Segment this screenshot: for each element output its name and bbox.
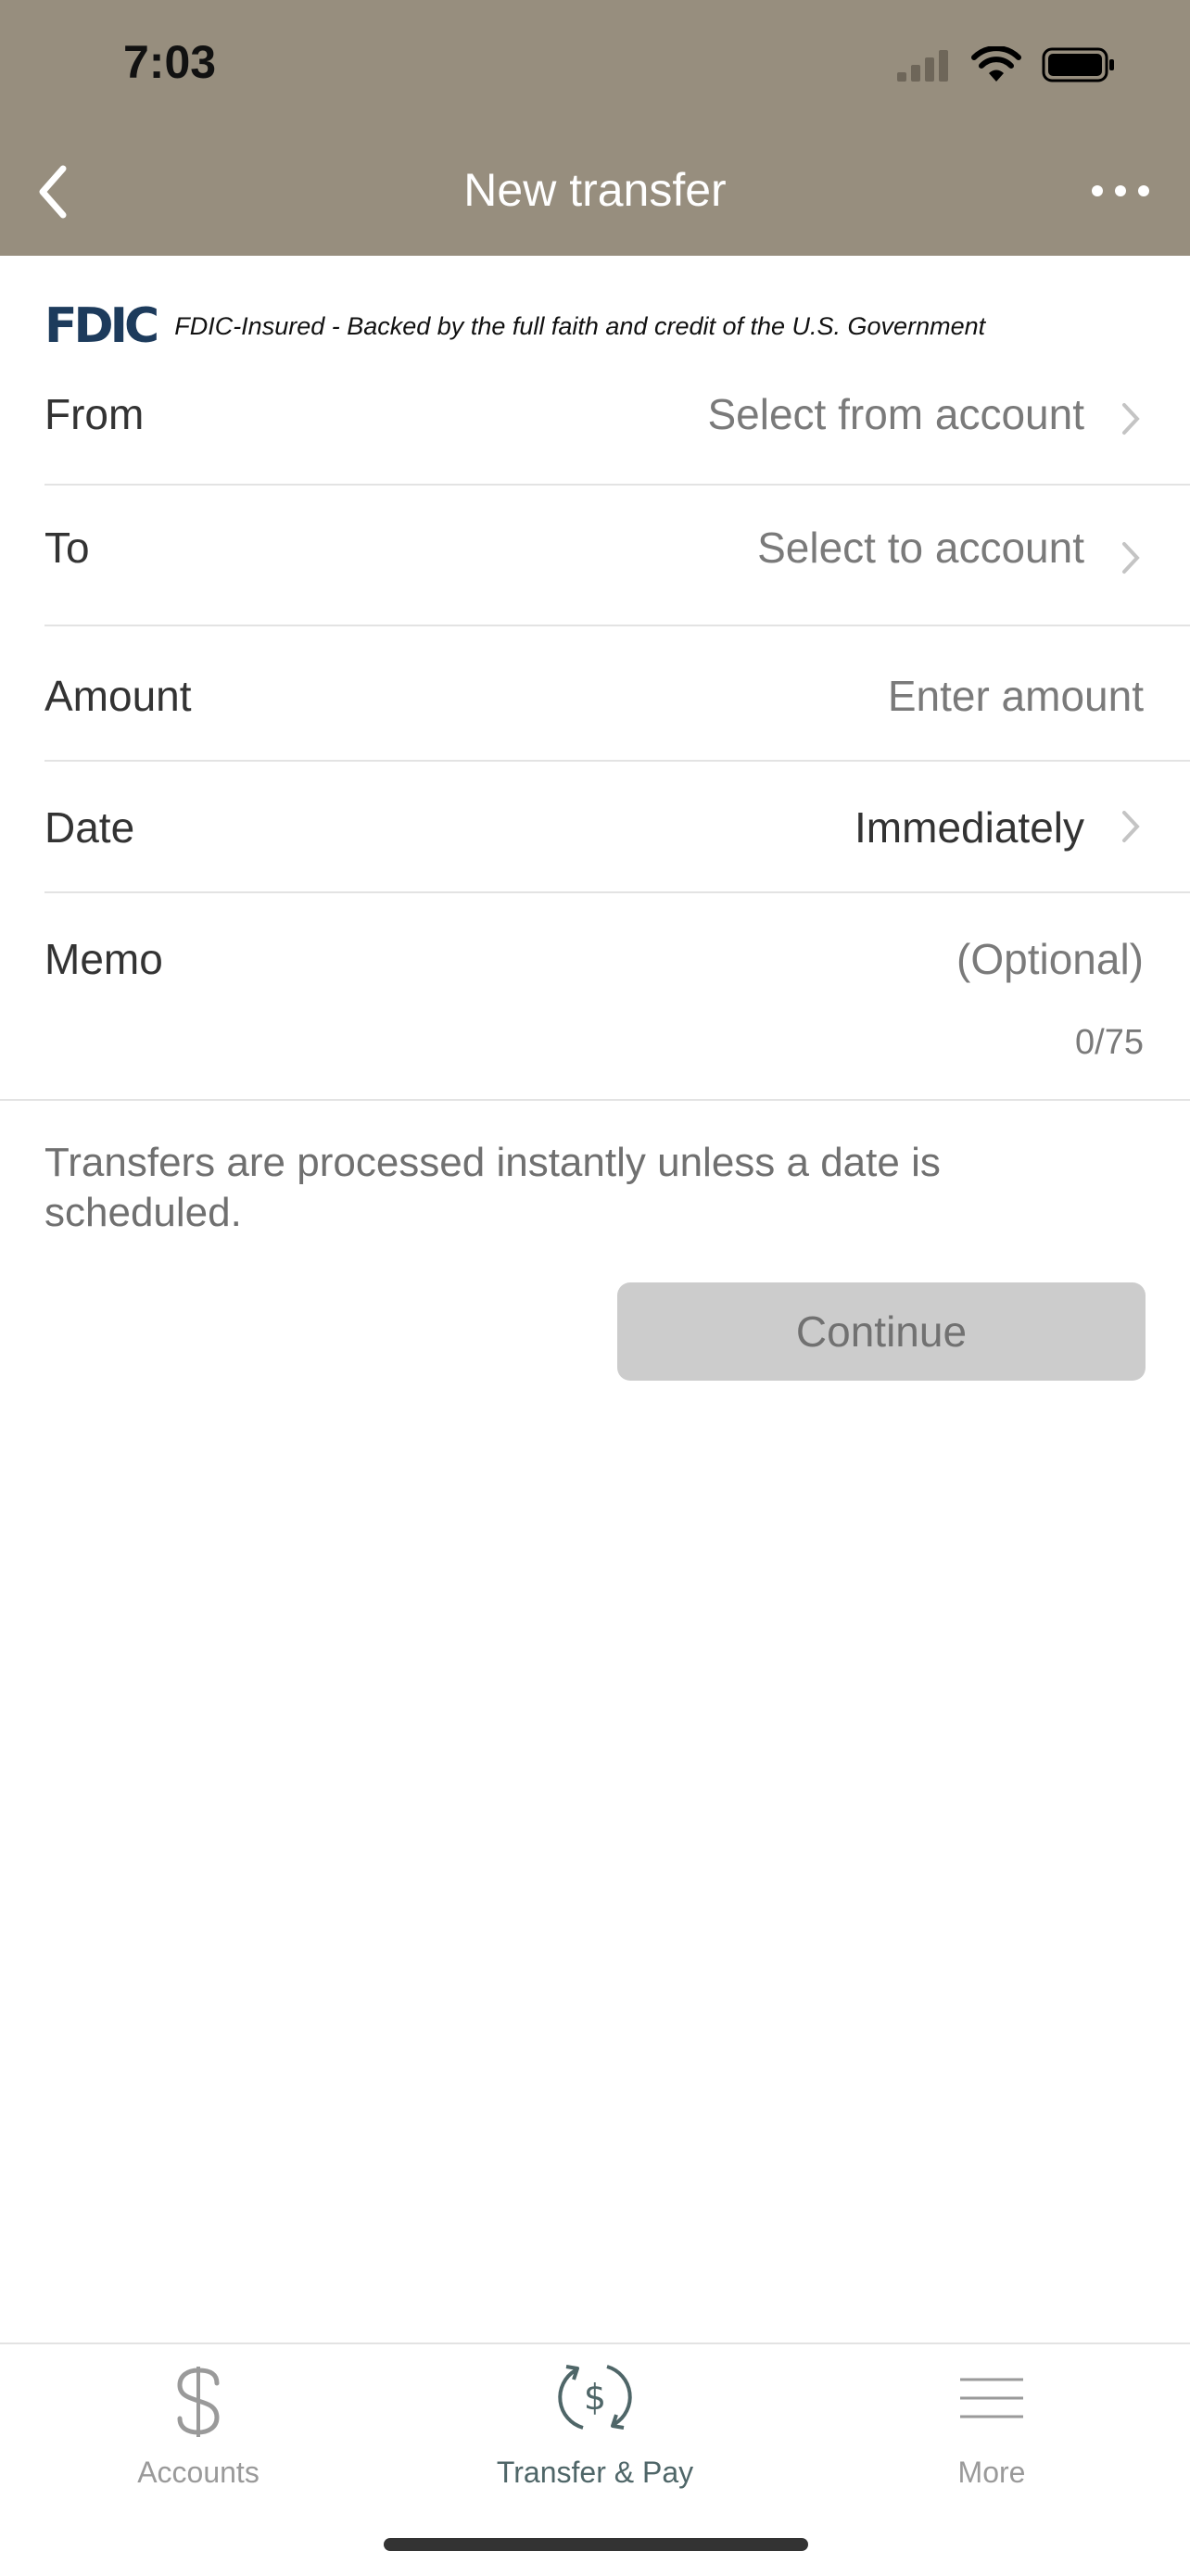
- home-indicator: [384, 2538, 808, 2551]
- to-label: To: [44, 524, 90, 572]
- tab-label: Accounts: [137, 2456, 260, 2489]
- from-account-value: Select from account: [707, 390, 1084, 438]
- memo-char-counter: 0/75: [1075, 1023, 1144, 1062]
- tab-transfer-pay[interactable]: $ Transfer & Pay: [397, 2344, 793, 2493]
- top-header: 7:03 New transfer: [0, 0, 1190, 256]
- from-label: From: [44, 390, 145, 438]
- memo-label: Memo: [44, 935, 163, 983]
- fdic-notice-text: FDIC-Insured - Backed by the full faith …: [174, 311, 986, 340]
- tab-more[interactable]: More: [793, 2344, 1190, 2493]
- status-icons: [895, 46, 1116, 83]
- continue-button[interactable]: Continue: [617, 1282, 1146, 1381]
- tab-label: Transfer & Pay: [496, 2456, 694, 2489]
- from-account-row[interactable]: From Select from account: [44, 369, 1190, 486]
- hamburger-menu-icon: [960, 2378, 1023, 2418]
- dollar-icon: [177, 2367, 220, 2437]
- chevron-right-icon: [1122, 542, 1140, 574]
- chevron-right-icon: [1122, 811, 1140, 842]
- memo-row[interactable]: Memo (Optional) 0/75: [44, 893, 1190, 1099]
- transfer-pay-icon: $: [558, 2365, 632, 2430]
- memo-input[interactable]: (Optional): [956, 934, 1144, 984]
- amount-row[interactable]: Amount Enter amount: [44, 626, 1190, 762]
- more-options-button[interactable]: [1088, 176, 1153, 206]
- tab-accounts[interactable]: Accounts: [0, 2344, 397, 2493]
- amount-label: Amount: [44, 672, 192, 720]
- svg-text:$: $: [584, 2377, 606, 2418]
- to-account-row[interactable]: To Select to account: [44, 486, 1190, 626]
- fdic-logo: FDIC: [44, 298, 159, 354]
- date-value: Immediately: [855, 803, 1084, 852]
- section-divider: [0, 1099, 1190, 1101]
- cellular-signal-icon: [897, 50, 948, 82]
- status-time: 7:03: [123, 36, 217, 88]
- to-account-value: Select to account: [757, 524, 1084, 572]
- chevron-right-icon: [1122, 403, 1140, 435]
- page-title: New transfer: [463, 164, 727, 216]
- wifi-icon: [971, 46, 1021, 82]
- transfer-info-text: Transfers are processed instantly unless…: [44, 1140, 941, 1235]
- battery-icon: [1042, 47, 1114, 82]
- date-row[interactable]: Date Immediately: [44, 762, 1190, 893]
- tab-label: More: [957, 2456, 1026, 2489]
- amount-input[interactable]: Enter amount: [888, 671, 1144, 721]
- fdic-notice: FDIC FDIC-Insured - Backed by the full f…: [44, 298, 985, 354]
- date-label: Date: [44, 803, 135, 852]
- ellipsis-icon: [1092, 185, 1149, 196]
